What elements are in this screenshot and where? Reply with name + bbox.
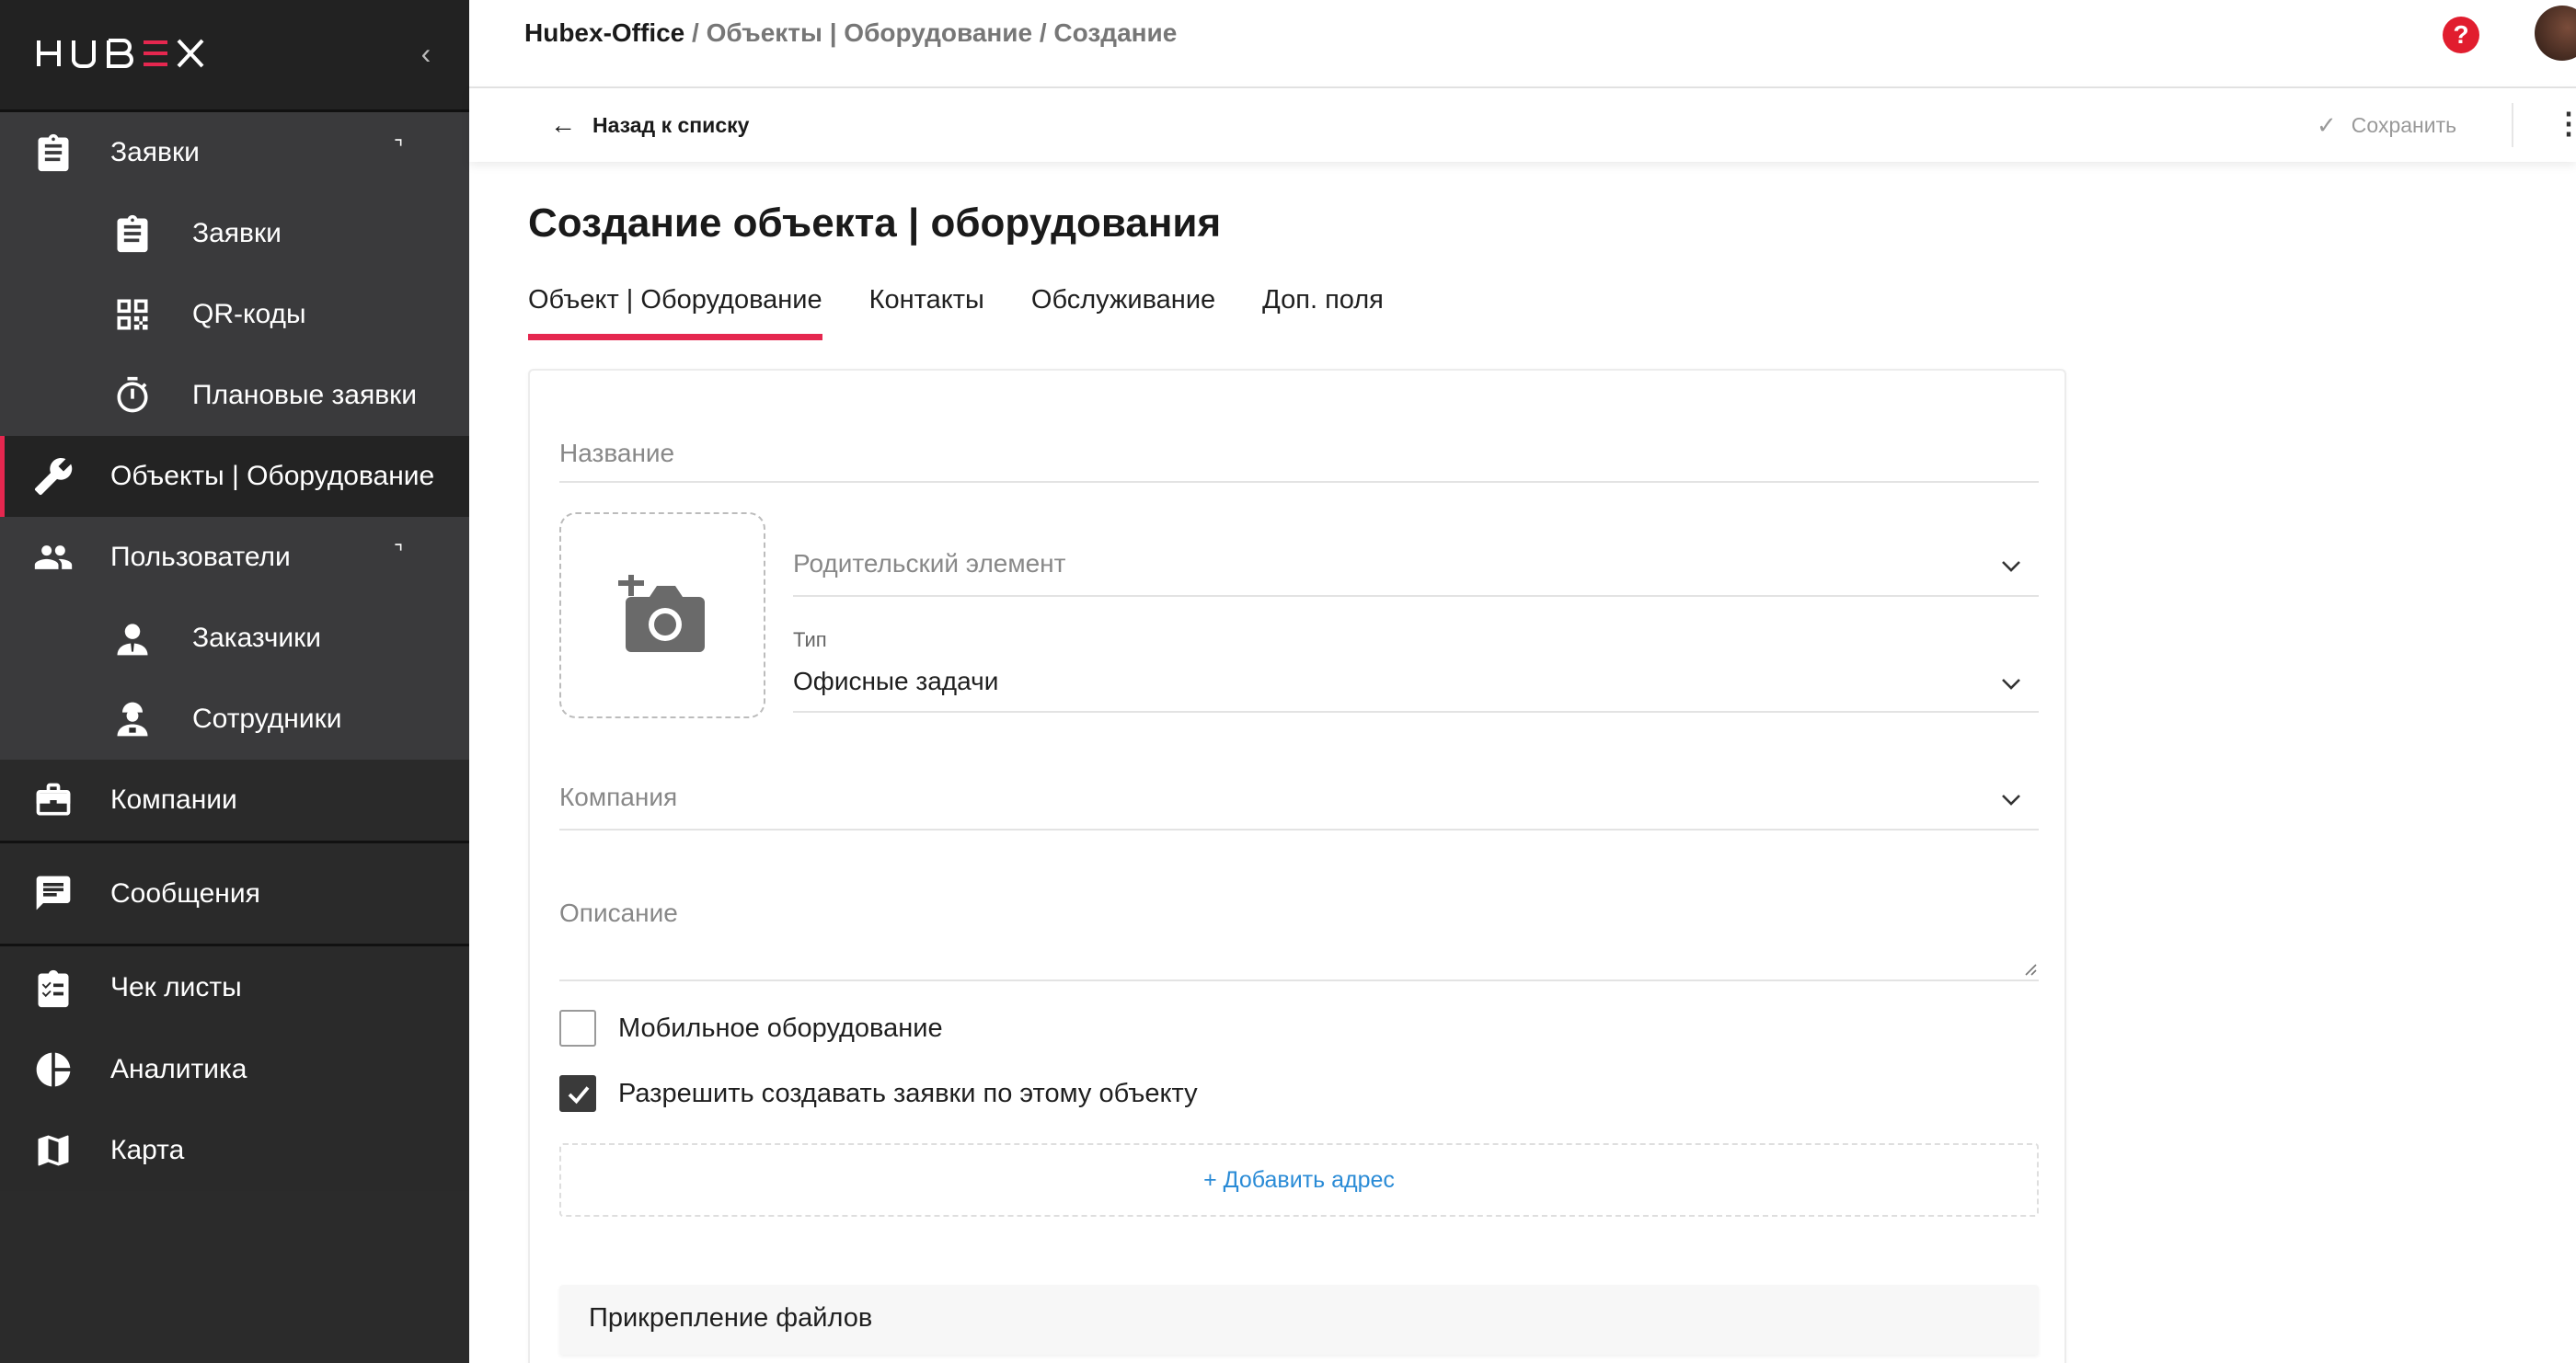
message-icon bbox=[36, 876, 71, 911]
pie-chart-icon bbox=[36, 1052, 71, 1087]
sidebar-item-analytics[interactable]: Аналитика bbox=[0, 1029, 469, 1110]
company-select[interactable]: Компания bbox=[559, 764, 2039, 830]
add-address-button[interactable]: + Добавить адрес bbox=[559, 1143, 2039, 1217]
save-label: Сохранить bbox=[2351, 112, 2457, 137]
arrow-left-icon: ← bbox=[550, 110, 576, 139]
tab-object-equipment[interactable]: Объект | Оборудование bbox=[528, 281, 822, 342]
resize-handle-icon[interactable] bbox=[2022, 961, 2037, 976]
name-field[interactable]: Название bbox=[559, 431, 2039, 483]
object-form-card: Название Родительский элемент Тип Офисны… bbox=[528, 369, 2066, 1363]
clipboard-icon bbox=[38, 133, 69, 172]
tab-service[interactable]: Обслуживание bbox=[1031, 281, 1215, 342]
attach-files-label: Прикрепление файлов bbox=[589, 1303, 873, 1333]
action-bar: ← Назад к списку ✓ Сохранить ⋮ bbox=[469, 88, 2576, 162]
parent-element-placeholder: Родительский элемент bbox=[793, 549, 1066, 578]
sidebar-item-requests-list[interactable]: Заявки bbox=[0, 193, 469, 274]
tab-contacts[interactable]: Контакты bbox=[869, 281, 984, 342]
sidebar-item-label: Аналитика bbox=[110, 1054, 247, 1084]
mobile-equipment-checkbox-row[interactable]: Мобильное оборудование bbox=[559, 1010, 943, 1047]
clipboard-icon bbox=[117, 214, 148, 253]
save-button[interactable]: ✓ Сохранить bbox=[2317, 109, 2456, 142]
sidebar-item-label: Карта bbox=[110, 1135, 185, 1165]
sidebar-item-scheduled-requests[interactable]: Плановые заявки bbox=[0, 355, 469, 436]
chevron-down-icon bbox=[2002, 561, 2020, 572]
attach-files-section[interactable]: Прикрепление файлов bbox=[559, 1285, 2039, 1355]
parent-element-select[interactable]: Родительский элемент bbox=[793, 533, 2039, 597]
expand-icon[interactable]: ⌝ bbox=[394, 136, 403, 160]
sidebar-item-label: Пользователи bbox=[110, 542, 291, 572]
wrench-icon bbox=[34, 458, 73, 496]
photo-upload[interactable] bbox=[559, 512, 765, 718]
sidebar-item-label: Сообщения bbox=[110, 877, 260, 909]
customer-icon bbox=[117, 624, 148, 656]
more-options-icon[interactable]: ⋮ bbox=[2554, 105, 2576, 142]
avatar[interactable] bbox=[2535, 6, 2576, 61]
breadcrumb-path[interactable]: / Объекты | Оборудование / Создание bbox=[684, 18, 1177, 47]
chevron-down-icon bbox=[2002, 679, 2020, 690]
sidebar-item-qr-codes[interactable]: QR-коды bbox=[0, 274, 469, 355]
expand-icon[interactable]: ⌝ bbox=[394, 541, 403, 565]
top-bar: Hubex-Office / Объекты | Оборудование / … bbox=[469, 0, 2576, 88]
breadcrumb-root[interactable]: Hubex-Office bbox=[524, 18, 684, 47]
sidebar-item-label: Сотрудники bbox=[192, 704, 342, 734]
check-icon: ✓ bbox=[2317, 110, 2337, 139]
page-title: Создание объекта | оборудования bbox=[528, 200, 1222, 246]
users-icon bbox=[34, 545, 73, 569]
tabs: Объект | Оборудование Контакты Обслужива… bbox=[528, 281, 1431, 342]
checklist-icon bbox=[38, 969, 69, 1008]
sidebar-group-users: Пользователи ⌝ Заказчики Сотрудники bbox=[0, 517, 469, 760]
sidebar-item-users[interactable]: Пользователи ⌝ bbox=[0, 517, 469, 598]
breadcrumb: Hubex-Office / Объекты | Оборудование / … bbox=[524, 18, 1177, 48]
hubex-logo-mark bbox=[37, 39, 204, 68]
sidebar-item-checklists[interactable]: Чек листы bbox=[0, 946, 469, 1029]
company-placeholder: Компания bbox=[559, 783, 678, 811]
sidebar-item-messages[interactable]: Сообщения bbox=[0, 843, 469, 944]
description-textarea[interactable]: Описание bbox=[559, 876, 2039, 981]
qr-code-icon bbox=[117, 299, 148, 330]
type-select[interactable]: Тип Офисные задачи bbox=[793, 628, 2039, 713]
back-to-list-button[interactable]: ← Назад к списку bbox=[550, 109, 749, 142]
chevron-down-icon bbox=[2002, 795, 2020, 806]
add-photo-icon bbox=[618, 575, 705, 652]
type-value: Офисные задачи bbox=[793, 667, 999, 695]
allow-requests-label: Разрешить создавать заявки по этому объе… bbox=[618, 1078, 1198, 1108]
back-to-list-label: Назад к списку bbox=[592, 112, 750, 137]
sidebar-item-map[interactable]: Карта bbox=[0, 1110, 469, 1191]
sidebar-item-label: Чек листы bbox=[110, 972, 242, 1002]
hubex-logo[interactable] bbox=[37, 33, 204, 74]
sidebar-item-employees[interactable]: Сотрудники bbox=[0, 679, 469, 760]
sidebar-item-requests[interactable]: Заявки ⌝ bbox=[0, 112, 469, 193]
sidebar-item-label: Заявки bbox=[192, 218, 282, 248]
map-icon bbox=[38, 1135, 69, 1166]
sidebar-collapse-button[interactable]: ‹ bbox=[412, 37, 440, 70]
mobile-equipment-label: Мобильное оборудование bbox=[618, 1013, 943, 1043]
action-bar-divider bbox=[2512, 103, 2513, 147]
sidebar-item-customers[interactable]: Заказчики bbox=[0, 598, 469, 679]
allow-requests-checkbox[interactable] bbox=[559, 1075, 596, 1112]
sidebar-item-label: QR-коды bbox=[192, 299, 306, 329]
description-placeholder: Описание bbox=[559, 899, 678, 927]
sidebar-item-label: Заявки bbox=[110, 137, 200, 167]
checkmark-icon bbox=[568, 1086, 590, 1105]
allow-requests-checkbox-row[interactable]: Разрешить создавать заявки по этому объе… bbox=[559, 1075, 1198, 1112]
sidebar-group-requests: Заявки ⌝ Заявки QR-коды Плановые заявки bbox=[0, 112, 469, 436]
tab-extra-fields[interactable]: Доп. поля bbox=[1262, 281, 1384, 342]
name-placeholder: Название bbox=[559, 439, 675, 467]
type-label: Тип bbox=[793, 628, 827, 651]
employee-icon bbox=[117, 702, 148, 737]
help-icon[interactable]: ? bbox=[2443, 17, 2479, 53]
sidebar-item-companies[interactable]: Компании bbox=[0, 760, 469, 841]
sidebar-item-label: Заказчики bbox=[192, 623, 321, 653]
briefcase-icon bbox=[36, 783, 71, 816]
sidebar-item-label: Плановые заявки bbox=[192, 380, 418, 410]
sidebar-header: ‹ bbox=[0, 0, 469, 112]
stopwatch-icon bbox=[117, 376, 148, 413]
sidebar: ‹ Заявки ⌝ Заявки QR-коды Плановые заявк… bbox=[0, 0, 469, 1363]
sidebar-item-label: Объекты | Оборудование bbox=[110, 461, 435, 491]
mobile-equipment-checkbox[interactable] bbox=[559, 1010, 596, 1047]
sidebar-item-label: Компании bbox=[110, 785, 237, 815]
sidebar-item-objects-equipment[interactable]: Объекты | Оборудование bbox=[0, 436, 469, 517]
